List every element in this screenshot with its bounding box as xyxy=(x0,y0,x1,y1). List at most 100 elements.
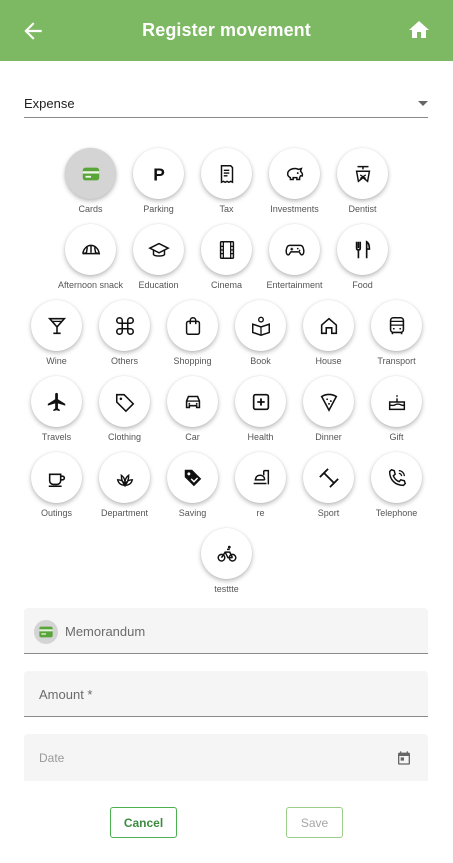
category-button[interactable] xyxy=(303,376,354,427)
croissant-icon xyxy=(81,244,100,255)
category-clothing[interactable]: Clothing xyxy=(99,376,150,452)
category-afternoon-snack[interactable]: Afternoon snack xyxy=(58,224,123,300)
category-button[interactable] xyxy=(201,528,252,579)
category-button[interactable] xyxy=(65,148,116,199)
receipt-icon xyxy=(220,164,233,183)
category-button[interactable] xyxy=(201,224,252,275)
category-dentist[interactable]: Dentist xyxy=(337,148,388,224)
category-button[interactable] xyxy=(167,452,218,503)
category-food[interactable]: Food xyxy=(337,224,388,300)
category-transport[interactable]: Transport xyxy=(371,300,422,376)
card-icon xyxy=(82,167,99,180)
category-row: Wine Others Shopping Book House Transport xyxy=(0,300,453,376)
category-health[interactable]: Health xyxy=(235,376,286,452)
category-button[interactable] xyxy=(31,376,82,427)
category-re[interactable]: re xyxy=(235,452,286,528)
category-entertainment[interactable]: Entertainment xyxy=(266,224,323,300)
category-testtte[interactable]: testtte xyxy=(201,528,252,604)
category-label: Wine xyxy=(46,356,67,366)
category-button[interactable] xyxy=(133,224,184,275)
category-button[interactable] xyxy=(303,452,354,503)
category-house[interactable]: House xyxy=(303,300,354,376)
category-label: Parking xyxy=(143,204,174,214)
category-button[interactable] xyxy=(337,224,388,275)
category-tax[interactable]: Tax xyxy=(201,148,252,224)
category-button[interactable] xyxy=(99,452,150,503)
parking-icon: P xyxy=(153,164,165,184)
calendar-icon[interactable] xyxy=(396,750,412,766)
price-tag-icon xyxy=(184,469,201,486)
amount-field[interactable]: Amount * xyxy=(24,671,428,717)
memorandum-field[interactable]: Memorandum xyxy=(24,608,428,654)
category-label: Afternoon snack xyxy=(57,280,124,290)
category-label: Shopping xyxy=(173,356,212,366)
category-button[interactable] xyxy=(167,376,218,427)
category-button[interactable] xyxy=(337,148,388,199)
category-book[interactable]: Book xyxy=(235,300,286,376)
film-icon xyxy=(219,240,234,259)
airplane-icon xyxy=(47,392,65,411)
category-label: Book xyxy=(250,356,271,366)
category-label: House xyxy=(315,356,342,366)
home-icon[interactable] xyxy=(407,18,431,42)
category-button[interactable] xyxy=(99,300,150,351)
category-row: Travels Clothing Car Health Dinner Gift xyxy=(0,376,453,452)
house-icon xyxy=(320,317,337,334)
category-button[interactable] xyxy=(99,376,150,427)
category-saving[interactable]: Saving xyxy=(167,452,218,528)
category-sport[interactable]: Sport xyxy=(303,452,354,528)
category-education[interactable]: Education xyxy=(133,224,184,300)
memorandum-category-badge xyxy=(34,620,58,644)
category-button[interactable] xyxy=(235,300,286,351)
category-car[interactable]: Car xyxy=(167,376,218,452)
category-department[interactable]: Department xyxy=(99,452,150,528)
category-button[interactable] xyxy=(303,300,354,351)
category-cinema[interactable]: Cinema xyxy=(201,224,252,300)
category-button[interactable] xyxy=(201,148,252,199)
category-button[interactable] xyxy=(371,376,422,427)
medical-cross-icon xyxy=(252,393,269,410)
category-label: Travels xyxy=(41,432,72,442)
category-button[interactable] xyxy=(371,452,422,503)
date-field[interactable]: Date xyxy=(24,734,428,781)
category-shopping[interactable]: Shopping xyxy=(167,300,218,376)
category-button[interactable]: P xyxy=(133,148,184,199)
back-arrow-icon[interactable] xyxy=(20,18,46,44)
category-dinner[interactable]: Dinner xyxy=(303,376,354,452)
category-button[interactable] xyxy=(167,300,218,351)
category-outings[interactable]: Outings xyxy=(31,452,82,528)
category-label: Dinner xyxy=(315,432,342,442)
category-button[interactable] xyxy=(235,452,286,503)
category-button[interactable] xyxy=(31,300,82,351)
category-parking[interactable]: P Parking xyxy=(133,148,184,224)
category-button[interactable] xyxy=(269,224,320,275)
category-button[interactable] xyxy=(269,148,320,199)
category-button[interactable] xyxy=(31,452,82,503)
category-wine[interactable]: Wine xyxy=(31,300,82,376)
category-label: Car xyxy=(185,432,200,442)
category-telephone[interactable]: Telephone xyxy=(371,452,422,528)
category-label: Transport xyxy=(377,356,416,366)
category-label: Dentist xyxy=(348,204,377,214)
category-button[interactable] xyxy=(371,300,422,351)
category-travels[interactable]: Travels xyxy=(31,376,82,452)
category-gift[interactable]: Gift xyxy=(371,376,422,452)
coffee-cup-icon xyxy=(48,473,65,487)
category-row: Cards P Parking Tax Investments Dentist xyxy=(0,148,453,224)
pizza-icon xyxy=(320,393,337,412)
category-button[interactable] xyxy=(65,224,116,275)
command-icon xyxy=(115,316,134,335)
category-cards[interactable]: Cards xyxy=(65,148,116,224)
category-investments[interactable]: Investments xyxy=(269,148,320,224)
category-label: Entertainment xyxy=(266,280,323,290)
app-bar: Register movement xyxy=(0,0,453,61)
category-others[interactable]: Others xyxy=(99,300,150,376)
category-label: Health xyxy=(247,432,274,442)
category-button[interactable] xyxy=(235,376,286,427)
tooth-icon xyxy=(355,165,370,183)
category-label: Outings xyxy=(40,508,73,518)
movement-type-select[interactable]: Expense xyxy=(24,90,428,118)
save-button[interactable]: Save xyxy=(286,807,343,838)
cancel-button[interactable]: Cancel xyxy=(110,807,177,838)
shopping-bag-icon xyxy=(185,316,200,335)
